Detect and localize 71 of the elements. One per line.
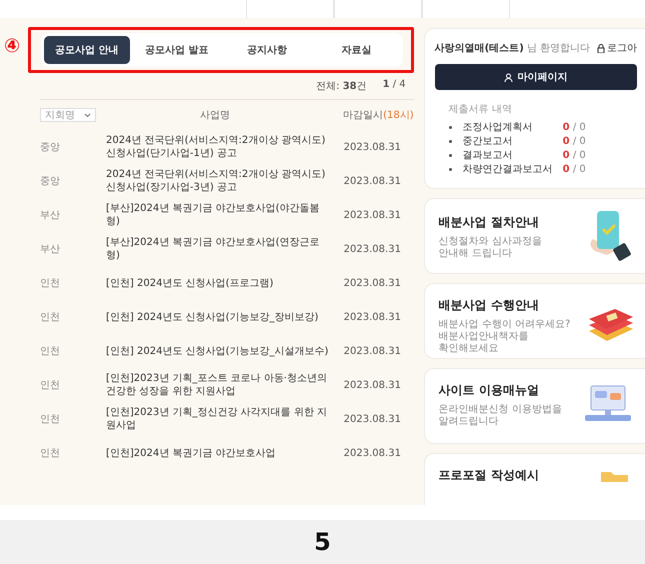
mypage-button[interactable]: 마이페이지: [434, 64, 637, 90]
region-cell-text: 인천: [40, 446, 61, 460]
deadline-cell-text: 2023.08.31: [344, 310, 402, 324]
title-link[interactable]: 2024년 전국단위(서비스지역:2개이상 광역시도) 신청사업(단기사업-1년) 공고: [106, 134, 344, 160]
tab[interactable]: 공모사업 안내: [44, 36, 130, 64]
region-cell-text: 인천: [40, 344, 61, 358]
card-description: 온라인배분신청 이용방법을 알려드립니다: [438, 404, 562, 428]
document-name: 중간보고서: [462, 135, 514, 148]
card-description: 배분사업 수행이 어려우세요? 배분사업안내책자를 확인해보세요: [438, 319, 570, 355]
tab[interactable]: 공모사업 발표: [134, 36, 220, 64]
region-cell-text: 부산: [40, 208, 61, 222]
title-link[interactable]: 2024년 전국단위(서비스지역:2개이상 광역시도) 신청사업(장기사업-3년) 공고: [106, 168, 344, 194]
deadline-cell-text: 2023.08.31: [344, 242, 402, 256]
deadline-cell-text: 2023.08.31: [344, 208, 402, 222]
greeting-text: 님 환영합니다: [526, 42, 590, 55]
section-label: 제출서류 내역: [448, 103, 513, 116]
region-cell-text: 중앙: [40, 140, 61, 154]
document-count: 0 / 0: [562, 164, 587, 174]
card-title: 사이트 이용매뉴얼: [438, 383, 539, 397]
step-marker: ④: [4, 37, 20, 56]
document-name: 차량연간결과보고서: [462, 163, 554, 176]
logout-link[interactable]: 로그아: [597, 41, 637, 55]
region-cell-text: 중앙: [40, 174, 61, 188]
region-cell-text: 인천: [40, 310, 61, 324]
title-link[interactable]: [인천] 2024년도 신청사업(기능보강_시설개보수): [106, 344, 344, 358]
total-count: 전체: 38건: [316, 80, 367, 93]
deadline-cell-text: 2023.08.31: [344, 140, 402, 154]
page-number: 5: [314, 528, 331, 556]
bullet-icon: [448, 154, 452, 156]
bullet-icon: [448, 140, 452, 142]
card-title: 프로포절 작성예시: [438, 468, 539, 482]
deadline-cell-text: 2023.08.31: [344, 174, 402, 188]
tab[interactable]: 자료실: [314, 36, 400, 64]
user-icon: [504, 72, 514, 82]
page-indicator: 1 / 4: [382, 79, 406, 92]
guide-card[interactable]: 배분사업 수행안내 배분사업 수행이 어려우세요? 배분사업안내책자를 확인해보세요: [424, 283, 645, 359]
deadline-cell-text: 2023.08.31: [344, 344, 402, 358]
card-description: 신청절차와 심사과정을 안내해 드립니다: [438, 236, 542, 260]
guide-card[interactable]: 배분사업 절차안내 신청절차와 심사과정을 안내해 드립니다: [424, 198, 645, 274]
region-cell-text: 인천: [40, 378, 61, 392]
deadline-cell-text: 2023.08.31: [344, 378, 402, 392]
title-link[interactable]: [인천]2023년 기획_포스트 코로나 아동·청소년의 건강한 성장을 위한 지원사업: [106, 372, 344, 398]
deadline-cell-text: 2023.08.31: [344, 446, 402, 460]
column-header: 마감일시(18시): [343, 109, 414, 122]
region-cell-text: 인천: [40, 412, 61, 426]
title-link[interactable]: [부산]2024년 복권기금 야간보호사업(야간돌봄형): [106, 202, 344, 228]
title-link[interactable]: [인천] 2024년도 신청사업(기능보강_장비보강): [106, 310, 344, 324]
document-name: 결과보고서: [462, 149, 514, 162]
guide-card[interactable]: 프로포절 작성예시: [424, 453, 645, 505]
guide-card[interactable]: 사이트 이용매뉴얼 온라인배분신청 이용방법을 알려드립니다: [424, 368, 645, 444]
deadline-cell-text: 2023.08.31: [344, 276, 402, 290]
region-cell-text: 인천: [40, 276, 61, 290]
user-name: 사랑의열매(테스트): [434, 42, 524, 55]
document-count: 0 / 0: [562, 122, 587, 132]
title-link[interactable]: [인천] 2024년도 신청사업(프로그램): [106, 276, 344, 290]
deadline-cell-text: 2023.08.31: [344, 412, 402, 426]
document-count: 0 / 0: [562, 136, 587, 146]
tab[interactable]: 공지사항: [224, 36, 310, 64]
title-link[interactable]: [인천]2023년 기획_정신건강 사각지대를 위한 지원사업: [106, 406, 344, 432]
bullet-icon: [448, 126, 452, 128]
card-title: 배분사업 수행안내: [438, 298, 539, 312]
chevron-down-icon: [84, 112, 91, 118]
region-cell-text: 부산: [40, 242, 61, 256]
lock-icon: [597, 44, 605, 52]
document-name: 조정사업계획서: [462, 121, 534, 134]
column-header: 사업명: [200, 109, 230, 122]
card-title: 배분사업 절차안내: [438, 214, 539, 228]
title-link[interactable]: [부산]2024년 복권기금 야간보호사업(연장근로형): [106, 236, 344, 262]
document-count: 0 / 0: [562, 150, 587, 160]
bullet-icon: [448, 168, 452, 170]
title-link[interactable]: [인천]2024년 복권기금 야간보호사업: [106, 446, 344, 460]
